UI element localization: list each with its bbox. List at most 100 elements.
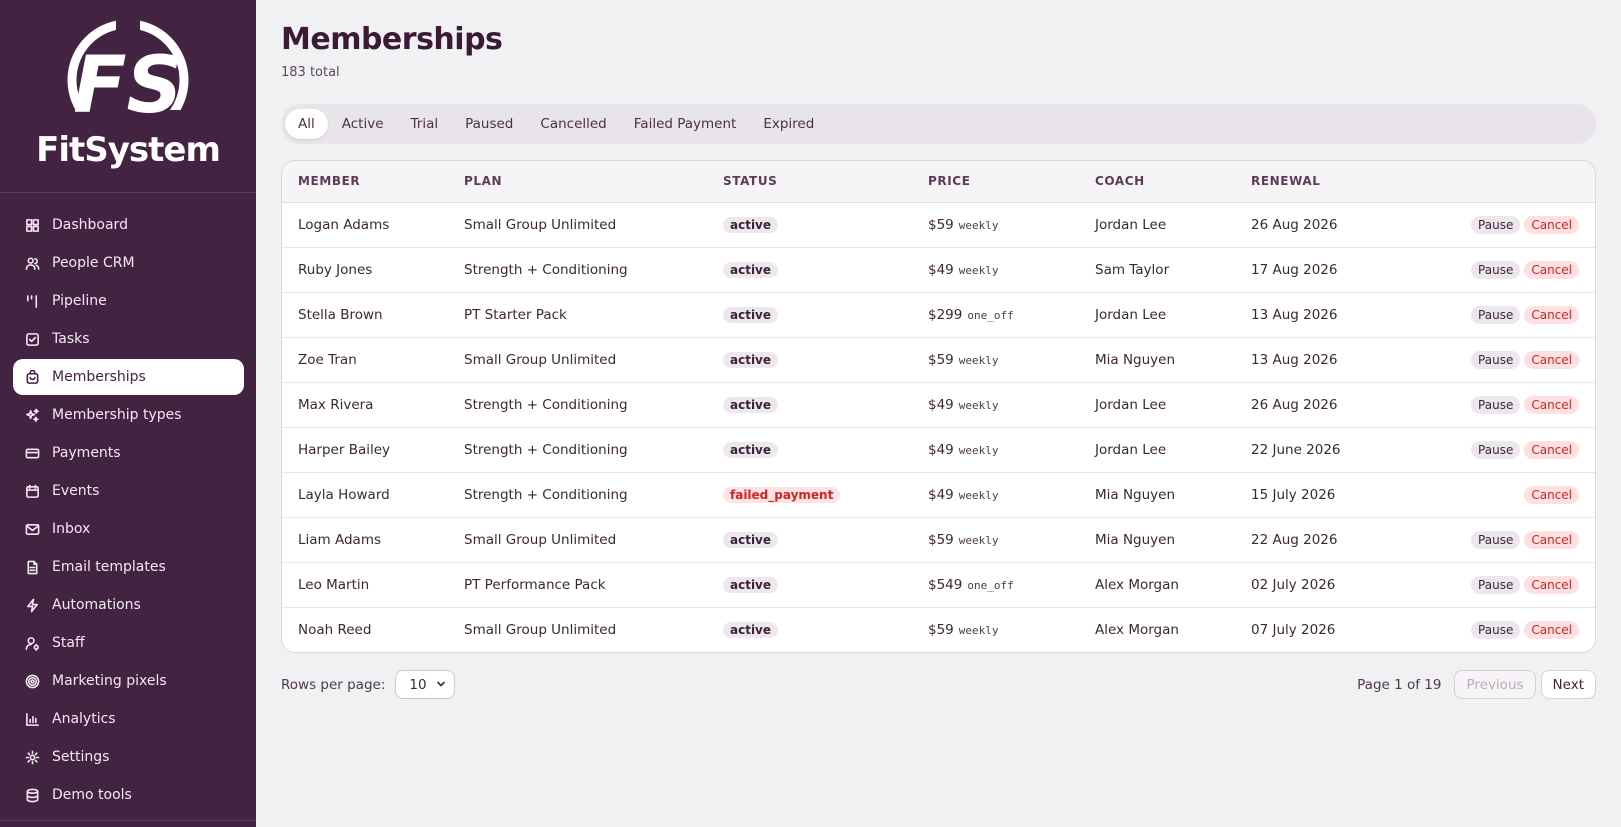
- cancel-button[interactable]: Cancel: [1524, 620, 1579, 639]
- plan-name: Small Group Unlimited: [464, 621, 617, 638]
- cancel-button[interactable]: Cancel: [1524, 530, 1579, 549]
- member-name[interactable]: Zoe Tran: [282, 337, 448, 383]
- row-actions: Pause Cancel: [1395, 427, 1595, 473]
- member-name[interactable]: Logan Adams: [282, 202, 448, 248]
- tab-cancelled[interactable]: Cancelled: [527, 109, 619, 139]
- status-filter-tabs: All Active Trial Paused Cancelled Failed Paym…: [281, 104, 1596, 144]
- sidebar-item-payments[interactable]: Payments: [13, 435, 244, 471]
- sidebar-item-marketing-pixels[interactable]: Marketing pixels: [13, 663, 244, 699]
- column-header-status[interactable]: STATUS: [707, 161, 912, 203]
- sidebar-item-dashboard[interactable]: Dashboard: [13, 207, 244, 243]
- sidebar-item-email-templates[interactable]: Email templates: [13, 549, 244, 585]
- tab-expired[interactable]: Expired: [750, 109, 827, 139]
- cancel-button[interactable]: Cancel: [1524, 305, 1579, 324]
- table-row[interactable]: Logan Adams Small Group Unlimited active $5…: [282, 202, 1595, 248]
- table-row[interactable]: Harper Bailey Strength + Conditioning acti…: [282, 427, 1595, 473]
- member-name[interactable]: Max Rivera: [282, 382, 448, 428]
- pause-button[interactable]: Pause: [1471, 440, 1521, 459]
- coach-name: Jordan Lee: [1079, 202, 1235, 248]
- price-amount: $549: [928, 576, 963, 593]
- previous-page-button[interactable]: Previous: [1454, 670, 1536, 699]
- billing-interval: weekly: [958, 353, 999, 367]
- sidebar-item-tasks[interactable]: Tasks: [13, 321, 244, 357]
- pause-button[interactable]: Pause: [1471, 215, 1521, 234]
- tab-failed-payment[interactable]: Failed Payment: [621, 109, 750, 139]
- pause-button[interactable]: Pause: [1471, 260, 1521, 279]
- status-badge: active: [723, 531, 779, 548]
- sidebar-item-label: Tasks: [52, 331, 90, 347]
- plan-name: PT Starter Pack: [448, 292, 707, 338]
- pause-button[interactable]: Pause: [1471, 305, 1521, 324]
- price-cell: $49 weekly: [912, 472, 1079, 518]
- sparkles-icon: [24, 407, 40, 423]
- cancel-button[interactable]: Cancel: [1524, 485, 1579, 504]
- sidebar-item-pipeline[interactable]: Pipeline: [13, 283, 244, 319]
- sidebar-item-analytics[interactable]: Analytics: [13, 701, 244, 737]
- pause-button[interactable]: Pause: [1471, 620, 1521, 639]
- sidebar-item-settings[interactable]: Settings: [13, 739, 244, 775]
- sidebar-item-demo-tools[interactable]: Demo tools: [13, 777, 244, 813]
- renewal-date: 07 July 2026: [1251, 621, 1336, 638]
- rows-per-page-select[interactable]: 10: [395, 670, 456, 699]
- table-row[interactable]: Zoe Tran Small Group Unlimited active $59 we…: [282, 337, 1595, 383]
- pause-button[interactable]: Pause: [1471, 395, 1521, 414]
- tab-active[interactable]: Active: [329, 109, 397, 139]
- sidebar-item-label: Automations: [52, 597, 141, 613]
- price-cell: $49 weekly: [912, 427, 1079, 473]
- total-count: 183 total: [281, 65, 340, 80]
- sidebar-item-memberships[interactable]: Memberships: [13, 359, 244, 395]
- sidebar-item-label: Membership types: [52, 407, 182, 423]
- column-header-member[interactable]: MEMBER: [282, 161, 448, 203]
- member-name[interactable]: Leo Martin: [282, 562, 448, 608]
- table-row[interactable]: Liam Adams Small Group Unlimited active $59…: [282, 517, 1595, 563]
- cancel-button[interactable]: Cancel: [1524, 350, 1579, 369]
- column-header-plan[interactable]: PLAN: [448, 161, 707, 203]
- table-row[interactable]: Ruby Jones Strength + Conditioning active $…: [282, 247, 1595, 293]
- cancel-button[interactable]: Cancel: [1524, 215, 1579, 234]
- pause-button[interactable]: Pause: [1471, 575, 1521, 594]
- renewal-date: 13 Aug 2026: [1235, 292, 1395, 338]
- tab-paused[interactable]: Paused: [452, 109, 526, 139]
- gear-icon: [24, 749, 40, 765]
- column-header-renewal[interactable]: RENEWAL: [1235, 161, 1395, 203]
- renewal-date: 13 Aug 2026: [1235, 337, 1395, 383]
- pause-button[interactable]: Pause: [1471, 350, 1521, 369]
- plan-name: Small Group Unlimited: [448, 337, 707, 383]
- cancel-button[interactable]: Cancel: [1524, 440, 1579, 459]
- tab-trial[interactable]: Trial: [398, 109, 452, 139]
- column-header-price[interactable]: PRICE: [912, 161, 1079, 203]
- pause-button[interactable]: Pause: [1471, 530, 1521, 549]
- table-header-row: MEMBER PLAN STATUS PRICE COACH RENEWAL: [282, 161, 1595, 203]
- table-row[interactable]: Layla Howard Strength + Conditioning faile…: [282, 472, 1595, 518]
- member-name[interactable]: Liam Adams: [282, 517, 448, 563]
- sidebar-item-automations[interactable]: Automations: [13, 587, 244, 623]
- plan-name: Strength + Conditioning: [448, 247, 707, 293]
- table-row[interactable]: Noah Reed Small Group Unlimited active $59 w…: [282, 607, 1595, 652]
- tab-all[interactable]: All: [285, 109, 328, 139]
- cancel-button[interactable]: Cancel: [1524, 395, 1579, 414]
- cancel-button[interactable]: Cancel: [1524, 575, 1579, 594]
- sidebar-item-membership-types[interactable]: Membership types: [13, 397, 244, 433]
- table-row[interactable]: Stella Brown PT Starter Pack active $299 one…: [282, 292, 1595, 338]
- brand-logo[interactable]: FS FitSystem: [0, 0, 256, 193]
- member-name[interactable]: Stella Brown: [282, 292, 448, 338]
- plan-name: Strength + Conditioning: [448, 427, 707, 473]
- coach-name: Mia Nguyen: [1079, 472, 1235, 518]
- sidebar-item-staff[interactable]: Staff: [13, 625, 244, 661]
- member-name[interactable]: Layla Howard: [282, 472, 448, 518]
- member-name[interactable]: Noah Reed: [282, 607, 448, 652]
- table-row[interactable]: Leo Martin PT Performance Pack active $549 o…: [282, 562, 1595, 608]
- column-header-coach[interactable]: COACH: [1079, 161, 1235, 203]
- cancel-button[interactable]: Cancel: [1524, 260, 1579, 279]
- price-amount: $49: [928, 396, 954, 413]
- renewal-date: 02 July 2026: [1235, 562, 1395, 608]
- billing-interval: weekly: [958, 398, 999, 412]
- table-row[interactable]: Max Rivera Strength + Conditioning active $…: [282, 382, 1595, 428]
- sidebar-item-events[interactable]: Events: [13, 473, 244, 509]
- status-badge: active: [723, 306, 779, 323]
- member-name[interactable]: Harper Bailey: [282, 427, 448, 473]
- member-name[interactable]: Ruby Jones: [282, 247, 448, 293]
- sidebar-item-inbox[interactable]: Inbox: [13, 511, 244, 547]
- next-page-button[interactable]: Next: [1540, 670, 1596, 699]
- sidebar-item-people-crm[interactable]: People CRM: [13, 245, 244, 281]
